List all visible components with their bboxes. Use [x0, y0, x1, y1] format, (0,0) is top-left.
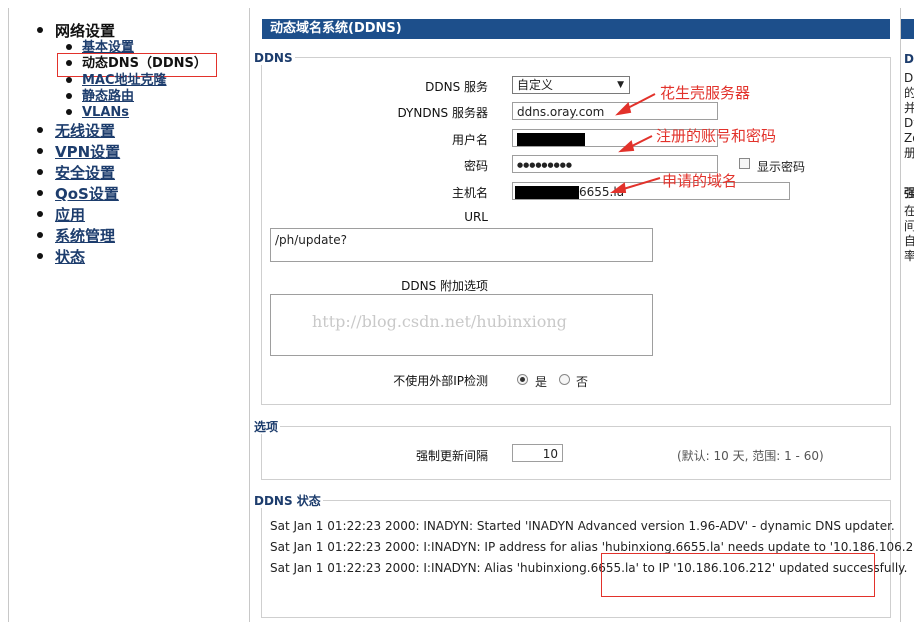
help-line: 自: [904, 234, 914, 248]
page-title: 动态域名系统(DDNS): [262, 19, 890, 39]
bullet-icon: [37, 231, 43, 238]
radio-unchecked-icon: [559, 374, 570, 385]
arrow-head-icon: [609, 182, 627, 193]
help-line: D: [904, 71, 914, 85]
nav-sub-label: MAC地址克隆: [82, 73, 167, 88]
options-legend: 选项: [252, 420, 281, 434]
nav-label: 安全设置: [55, 164, 116, 182]
bullet-icon: [66, 76, 72, 83]
annotation-highlight-box: [601, 553, 875, 597]
help-line: Zo: [904, 131, 914, 145]
interval-label: 强制更新间隔: [415, 449, 488, 463]
external-ip-label: 不使用外部IP检测: [393, 374, 488, 388]
redacted-block: [517, 132, 585, 146]
radio-checked-icon: [517, 374, 528, 385]
nav-status[interactable]: 状态: [37, 248, 85, 266]
help-line: 册: [904, 146, 914, 160]
bullet-icon: [37, 252, 43, 259]
nav-label: VPN设置: [55, 143, 121, 161]
help-title-2: 强: [904, 186, 914, 200]
nav-sub-mac-clone[interactable]: MAC地址克隆: [66, 73, 167, 88]
url-textarea[interactable]: /ph/update?: [270, 228, 653, 262]
nav-label: 网络设置: [55, 22, 116, 40]
help-line: 率: [904, 249, 914, 263]
nav-label: 系统管理: [55, 227, 116, 245]
external-ip-no-radio[interactable]: [559, 372, 570, 386]
nav-vpn[interactable]: VPN设置: [37, 143, 120, 161]
help-line: 在: [904, 204, 914, 218]
arrow-line-icon: [619, 177, 661, 191]
bullet-icon: [37, 147, 43, 154]
bullet-icon: [37, 210, 43, 217]
nav-label: 无线设置: [55, 122, 116, 140]
watermark-text: http://blog.csdn.net/hubinxiong: [312, 312, 567, 331]
nav-label: 状态: [55, 248, 86, 266]
nav-wireless[interactable]: 无线设置: [37, 122, 115, 140]
bullet-icon: [66, 43, 72, 50]
help-panel-header: [901, 19, 914, 39]
annotation-account-note: 注册的账号和密码: [656, 127, 777, 145]
status-line: Sat Jan 1 01:22:23 2000: INADYN: Started…: [270, 519, 895, 533]
external-ip-yes-label: 是: [535, 375, 548, 389]
show-password-label: 显示密码: [757, 160, 806, 174]
url-label: URL: [464, 210, 488, 224]
nav-sub-label: VLANs: [82, 105, 130, 120]
password-label: 密码: [463, 159, 488, 173]
help-text-2: 在 间 自 率: [904, 204, 914, 264]
redacted-block: [515, 185, 579, 199]
bullet-icon: [66, 108, 72, 115]
nav-qos[interactable]: QoS设置: [37, 185, 119, 203]
help-text: D 的 并 Dy Zo 册: [904, 71, 914, 161]
arrow-head-icon: [618, 140, 635, 153]
hostname-label: 主机名: [451, 186, 488, 200]
server-label: DYNDNS 服务器: [397, 106, 488, 120]
nav-label: QoS设置: [55, 185, 119, 203]
service-selected-value: 自定义: [517, 78, 554, 92]
nav-sub-vlans[interactable]: VLANs: [66, 105, 129, 120]
bullet-icon: [37, 26, 43, 33]
bullet-icon: [37, 168, 43, 175]
status-line: Sat Jan 1 01:22:23 2000: I:INADYN: IP ad…: [270, 540, 914, 554]
username-label: 用户名: [451, 133, 488, 147]
checkbox-icon: [739, 158, 750, 169]
show-password-checkbox[interactable]: [739, 156, 750, 170]
interval-hint: (默认: 10 天, 范围: 1 - 60): [677, 449, 824, 463]
nav-administration[interactable]: 系统管理: [37, 227, 115, 245]
help-line: Dy: [904, 116, 914, 130]
extra-options-label: DDNS 附加选项: [401, 279, 488, 293]
arrow-head-icon: [615, 102, 632, 116]
help-line: 并: [904, 101, 914, 115]
nav-sub-label: 静态路由: [82, 89, 135, 104]
bullet-icon: [37, 189, 43, 196]
nav-label: 应用: [55, 206, 86, 224]
nav-security[interactable]: 安全设置: [37, 164, 115, 182]
annotation-arrows: [609, 93, 661, 193]
status-legend: DDNS 状态: [252, 494, 323, 508]
annotation-server-note: 花生壳服务器: [660, 84, 751, 102]
bullet-icon: [37, 126, 43, 133]
external-ip-no-label: 否: [576, 375, 589, 389]
ddns-legend: DDNS: [252, 51, 295, 65]
nav-network-settings[interactable]: 网络设置: [37, 22, 115, 40]
bullet-icon: [66, 92, 72, 99]
interval-input[interactable]: 10: [512, 444, 563, 462]
nav-applications[interactable]: 应用: [37, 206, 85, 224]
annotation-domain-note: 申请的域名: [662, 172, 738, 190]
help-title: D: [904, 52, 914, 66]
external-ip-yes-radio[interactable]: [517, 372, 528, 386]
nav-sub-static-routes[interactable]: 静态路由: [66, 89, 134, 104]
service-label: DDNS 服务: [425, 80, 488, 94]
help-line: 的: [904, 86, 914, 100]
help-line: 间: [904, 219, 914, 233]
